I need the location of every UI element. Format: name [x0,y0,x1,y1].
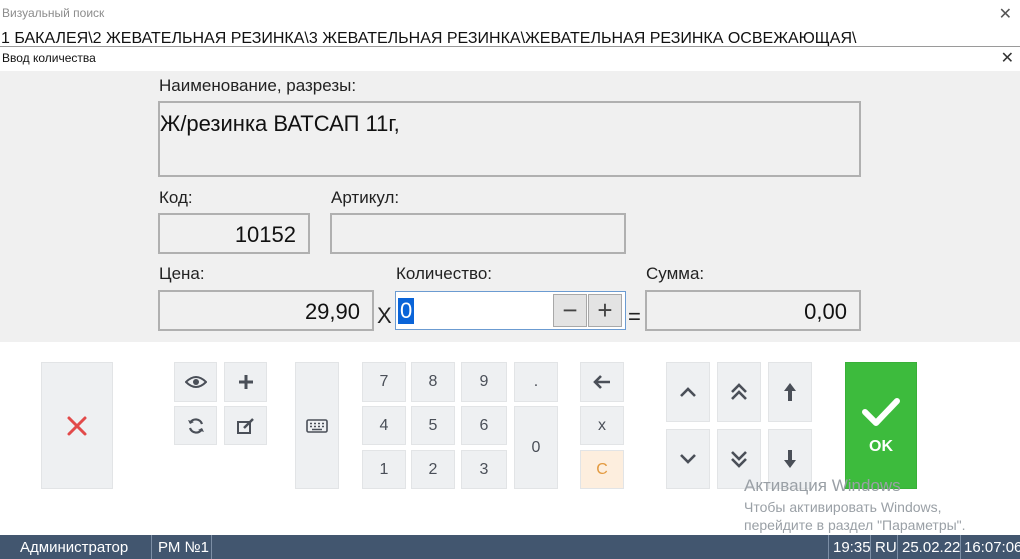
status-user: Администратор [20,539,129,556]
category-breadcrumb: 1 БАКАЛЕЯ\2 ЖЕВАТЕЛЬНАЯ РЕЗИНКА\3 ЖЕВАТЕ… [0,28,1020,46]
chevron-down-icon [680,454,696,464]
code-value: 10152 [234,222,296,247]
move-down-button[interactable] [666,429,710,489]
sum-value: 0,00 [804,299,847,324]
keyboard-button[interactable] [295,362,339,489]
code-label: Код: [159,188,193,207]
product-form: Наименование, разрезы: Ж/резинка ВАТСАП … [0,71,1020,342]
status-clock: 16:07:06 [964,539,1020,556]
clear-button[interactable]: C [580,450,624,489]
status-bar: Администратор РМ №1 19:35 RU 25.02.22 16… [0,535,1020,559]
cancel-button[interactable] [41,362,113,489]
price-field: 29,90 [158,290,374,331]
category-path: 1 БАКАЛЕЯ\2 ЖЕВАТЕЛЬНАЯ РЕЗИНКА\3 ЖЕВАТЕ… [1,30,857,46]
sum-label: Сумма: [646,264,705,283]
status-separator [151,535,152,559]
background-close-icon[interactable]: ✕ [999,4,1012,24]
quantity-minus-button[interactable]: − [553,294,587,327]
chevron-up-icon [680,387,696,397]
keyboard-icon [306,418,328,433]
watermark-line-2: перейдите в раздел "Параметры". [744,517,966,533]
watermark-line-1: Чтобы активировать Windows, [744,499,942,515]
digit-1-button[interactable]: 1 [362,450,406,489]
dialog-close-icon[interactable]: ✕ [1001,48,1014,68]
digit-2-button[interactable]: 2 [411,450,455,489]
digit-0-button[interactable]: 0 [514,406,558,489]
name-value: Ж/резинка ВАТСАП 11г, [160,111,400,136]
status-separator [828,535,829,559]
equals-sign: = [628,304,641,329]
digit-4-button[interactable]: 4 [362,406,406,445]
edit-icon [236,417,254,434]
refresh-button[interactable] [174,406,217,445]
quantity-label: Количество: [396,264,493,283]
quantity-plus-button[interactable]: + [588,294,622,327]
article-label: Артикул: [331,188,400,207]
digit-7-button[interactable]: 7 [362,362,406,402]
background-window-title: Визуальный поиск [2,6,105,20]
quantity-value: 0 [398,298,415,324]
multiply-button[interactable]: x [580,406,624,445]
status-separator [897,535,898,559]
cancel-x-icon [67,416,87,435]
quantity-input[interactable]: 0 − + [395,291,626,330]
status-separator [870,535,871,559]
backspace-button[interactable] [580,362,624,402]
status-time-short: 19:35 [833,539,871,556]
page-up-button[interactable] [717,362,761,422]
sum-field: 0,00 [645,290,861,331]
checkmark-icon [862,397,900,426]
go-top-button[interactable] [768,362,812,422]
add-button[interactable] [224,362,267,402]
price-value: 29,90 [304,299,360,324]
digit-9-button[interactable]: 9 [461,362,507,402]
status-workstation: РМ №1 [158,539,209,556]
ok-label: OK [869,437,893,455]
arrow-top-icon [784,383,796,401]
dot-button[interactable]: . [514,362,558,402]
status-separator [211,535,212,559]
arrow-left-icon [593,375,610,389]
digit-5-button[interactable]: 5 [411,406,455,445]
double-chevron-up-icon [731,383,747,400]
digit-6-button[interactable]: 6 [461,406,507,445]
view-button[interactable] [174,362,217,402]
multiply-sign: X [377,303,392,328]
double-chevron-down-icon [731,451,747,468]
code-field: 10152 [158,213,310,254]
article-field [330,213,626,254]
price-label: Цена: [159,264,205,283]
refresh-icon [187,417,204,434]
digit-3-button[interactable]: 3 [461,450,507,489]
status-separator [960,535,961,559]
move-up-button[interactable] [666,362,710,422]
digit-8-button[interactable]: 8 [411,362,455,402]
plus-icon [238,375,253,389]
watermark-title: Активация Windows [744,476,901,495]
dialog-title: Ввод количества [2,51,96,65]
activation-watermark: Активация Windows Чтобы активировать Win… [744,476,966,533]
name-label: Наименование, разрезы: [159,76,357,95]
name-field: Ж/резинка ВАТСАП 11г, [158,101,861,177]
arrow-bottom-icon [784,450,796,468]
edit-button[interactable] [224,406,267,445]
ok-button[interactable]: OK [845,362,917,489]
eye-icon [184,376,207,388]
status-language: RU [875,539,897,556]
status-date: 25.02.22 [902,539,961,556]
background-window-titlebar: Визуальный поиск ✕ [0,0,1020,28]
